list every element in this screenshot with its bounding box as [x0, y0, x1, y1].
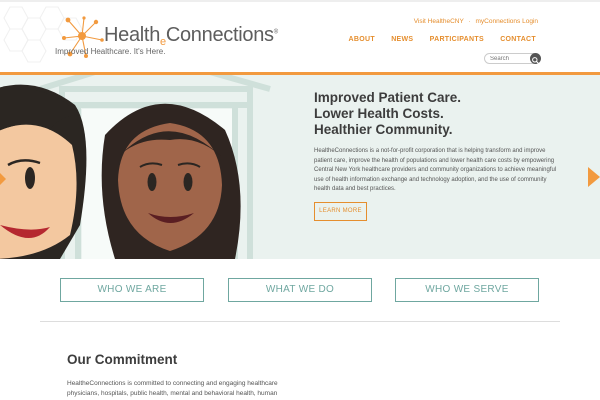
- logo-text-health: Health: [104, 24, 161, 46]
- commitment-body: HealtheConnections is committed to conne…: [67, 380, 278, 397]
- search-button[interactable]: [530, 53, 541, 64]
- site-header: HealtheConnections® Improved Healthcare.…: [0, 0, 600, 72]
- nav-contact[interactable]: CONTACT: [500, 36, 536, 43]
- hero-banner: Improved Patient Care. Lower Health Cost…: [0, 75, 600, 259]
- section-divider: [40, 321, 560, 322]
- logo-trademark: ®: [273, 29, 278, 36]
- learn-more-button[interactable]: LEARN MORE: [314, 202, 367, 221]
- visit-healthecny-link[interactable]: Visit HealtheCNY: [414, 18, 464, 25]
- search-icon: [532, 57, 539, 64]
- what-we-do-button[interactable]: WHAT WE DO: [228, 278, 372, 302]
- logo-wordmark: HealtheConnections®: [104, 24, 278, 48]
- who-we-are-button[interactable]: WHO WE ARE: [60, 278, 204, 302]
- search-input[interactable]: [490, 55, 530, 63]
- headline-line-2: Lower Health Costs.: [314, 106, 444, 121]
- logo-text-connections: Connections: [165, 24, 274, 46]
- utility-links: Visit HealtheCNY · myConnections Login: [408, 18, 538, 25]
- myconnections-login-link[interactable]: myConnections Login: [475, 18, 538, 25]
- tagline: Improved Healthcare. It's Here.: [55, 47, 166, 56]
- nav-about[interactable]: ABOUT: [349, 36, 375, 43]
- hero-description: HealtheConnections is a not-for-profit c…: [314, 148, 557, 192]
- cartoon-people-illustration: [0, 75, 271, 259]
- headline-line-1: Improved Patient Care.: [314, 90, 462, 105]
- main-nav: ABOUT NEWS PARTICIPANTS CONTACT: [335, 36, 536, 43]
- nav-news[interactable]: NEWS: [391, 36, 413, 43]
- headline-line-3: Healthier Community.: [314, 122, 453, 137]
- hero-headline: Improved Patient Care. Lower Health Cost…: [314, 90, 461, 138]
- nav-participants[interactable]: PARTICIPANTS: [430, 36, 484, 43]
- util-separator: ·: [468, 18, 471, 25]
- search-box: [484, 53, 541, 64]
- commitment-title: Our Commitment: [67, 352, 178, 367]
- carousel-next-arrow-icon[interactable]: [588, 167, 600, 187]
- who-we-serve-button[interactable]: WHO WE SERVE: [395, 278, 539, 302]
